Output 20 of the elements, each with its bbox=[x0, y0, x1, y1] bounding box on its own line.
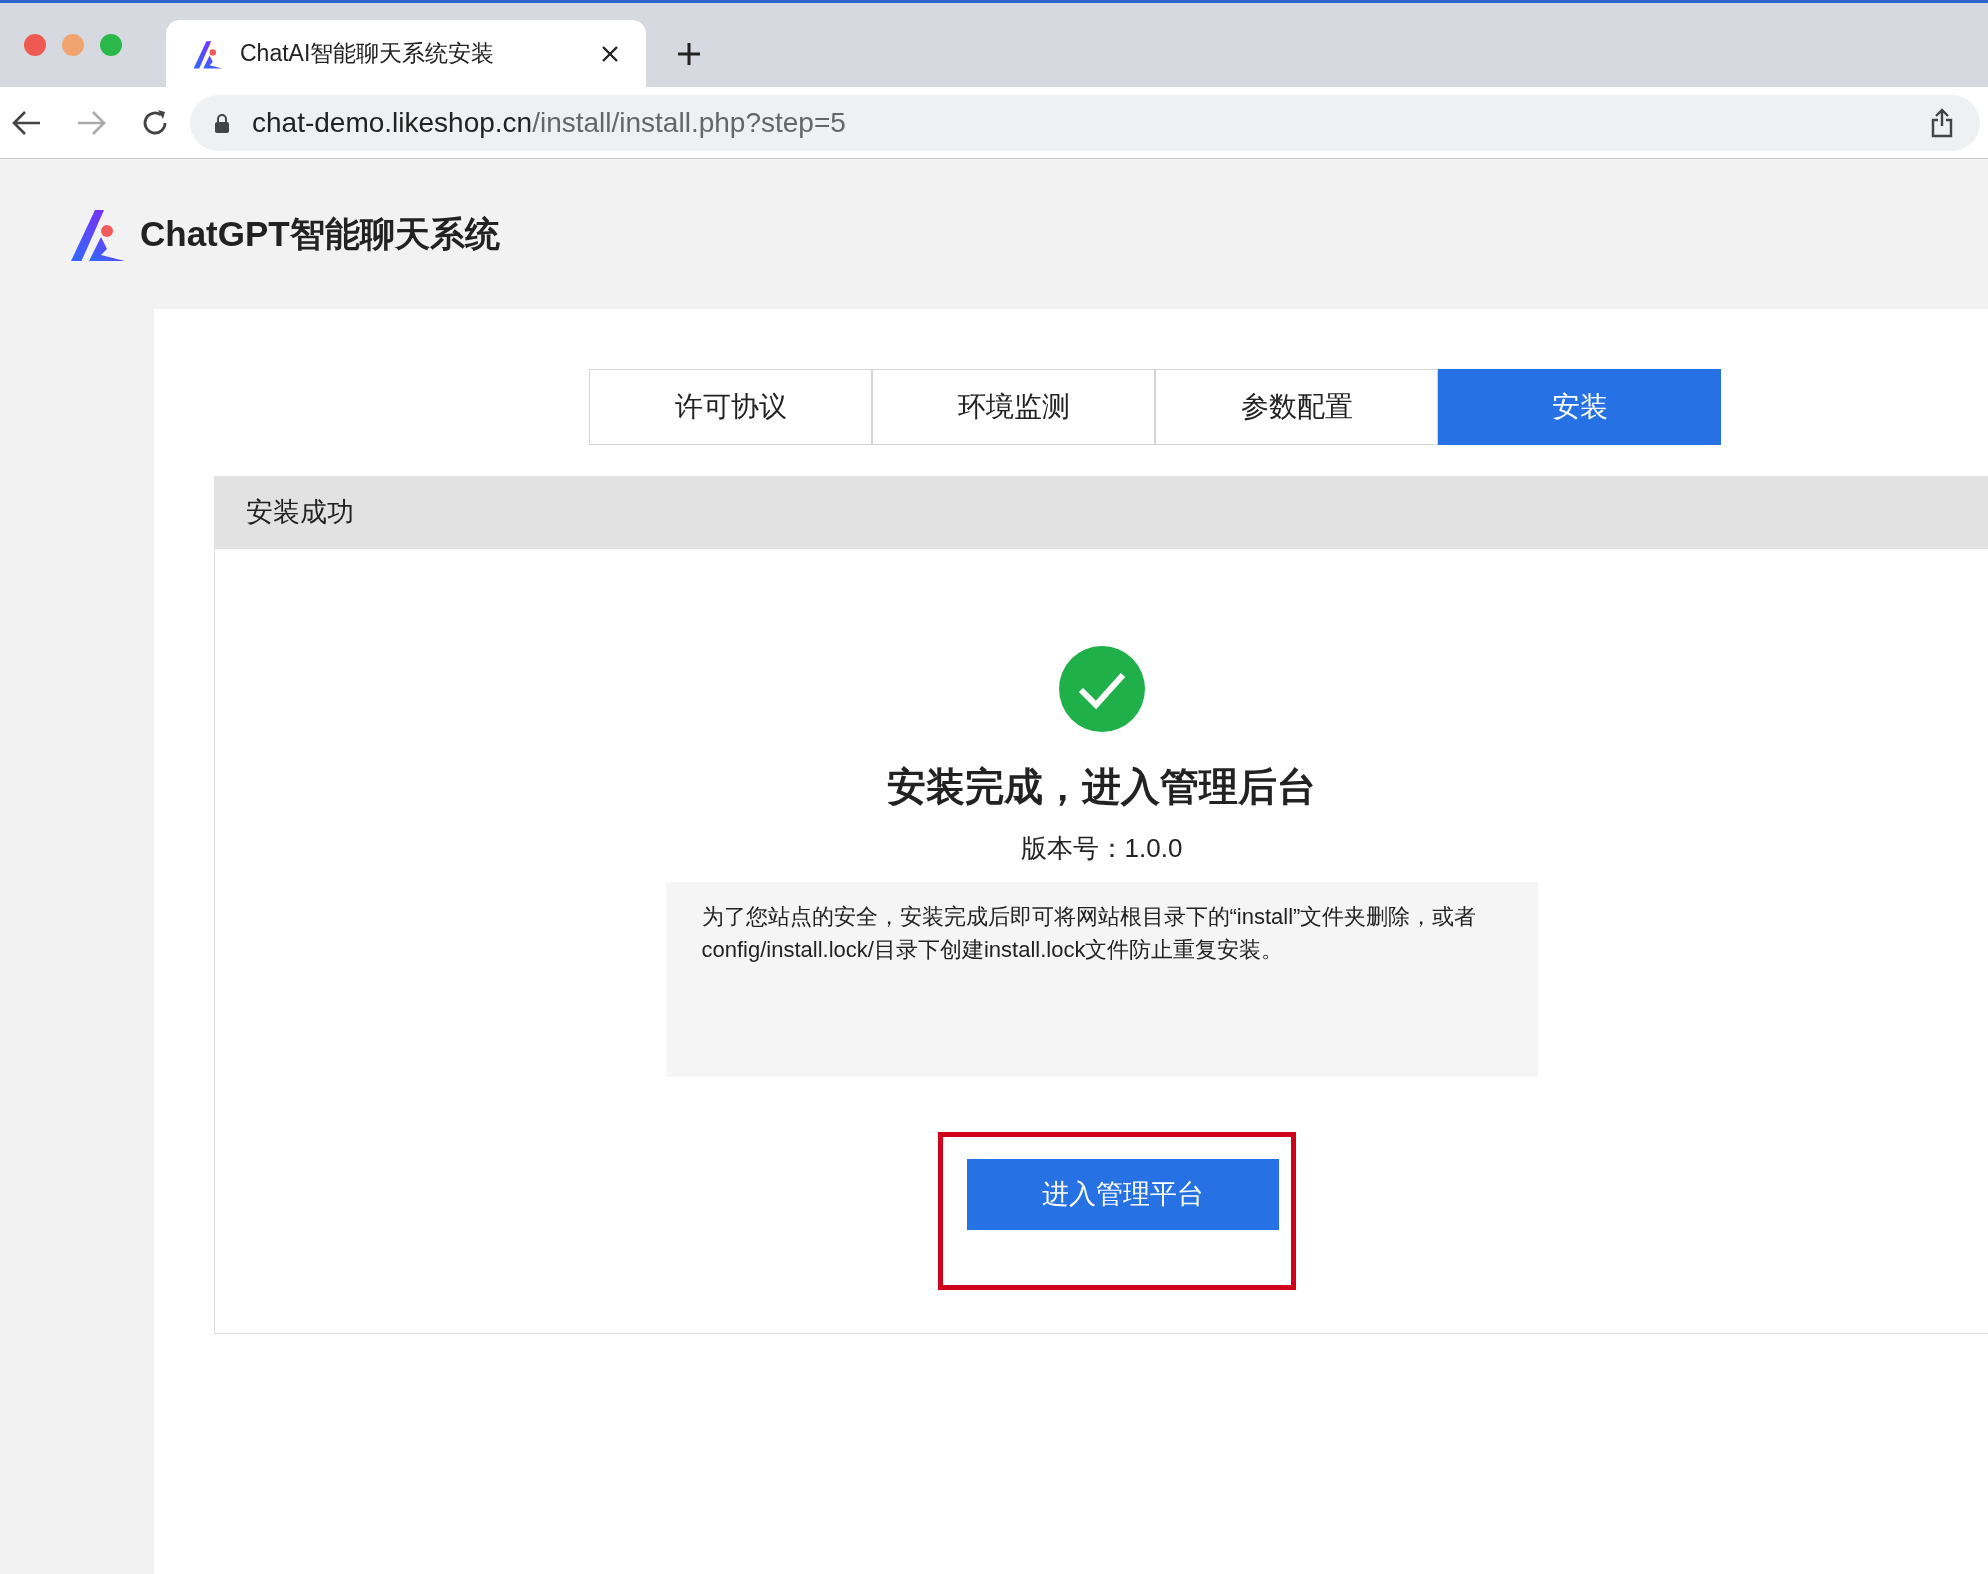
enter-admin-button[interactable]: 进入管理平台 bbox=[966, 1158, 1279, 1230]
back-arrow-icon[interactable] bbox=[12, 109, 42, 136]
success-check-icon bbox=[1058, 646, 1145, 732]
result-heading: 安装完成，进入管理后台 bbox=[887, 764, 1316, 810]
version-text: 版本号：1.0.0 bbox=[1020, 831, 1183, 865]
lock-icon bbox=[214, 112, 230, 133]
address-bar[interactable]: chat-demo.likeshop.cn/install/install.php?step=5 bbox=[190, 94, 1980, 151]
notice-text: 为了您站点的安全，安装完成后即可将网站根目录下的“install”文件夹删除，或者config/install.lock/目录下创建install.lock文件防止重复安装。 bbox=[701, 902, 1478, 964]
step-tab[interactable]: 安装 bbox=[1438, 369, 1721, 445]
step-tab[interactable]: 环境监测 bbox=[872, 369, 1155, 445]
step-tab[interactable]: 许可协议 bbox=[589, 369, 872, 445]
url-text: chat-demo.likeshop.cn/install/install.php?step=5 bbox=[252, 105, 847, 140]
tab-title: ChatAI智能聊天系统安装 bbox=[240, 39, 496, 69]
share-icon[interactable] bbox=[1930, 107, 1954, 138]
section-title: 安装成功 bbox=[246, 496, 354, 530]
browser-tab[interactable]: ChatAI智能聊天系统安装 bbox=[166, 20, 646, 87]
step-tab[interactable]: 参数配置 bbox=[1155, 369, 1438, 445]
brand-title: ChatGPT智能聊天系统 bbox=[140, 212, 500, 255]
new-tab-icon[interactable] bbox=[676, 40, 702, 67]
close-icon[interactable] bbox=[600, 43, 620, 64]
